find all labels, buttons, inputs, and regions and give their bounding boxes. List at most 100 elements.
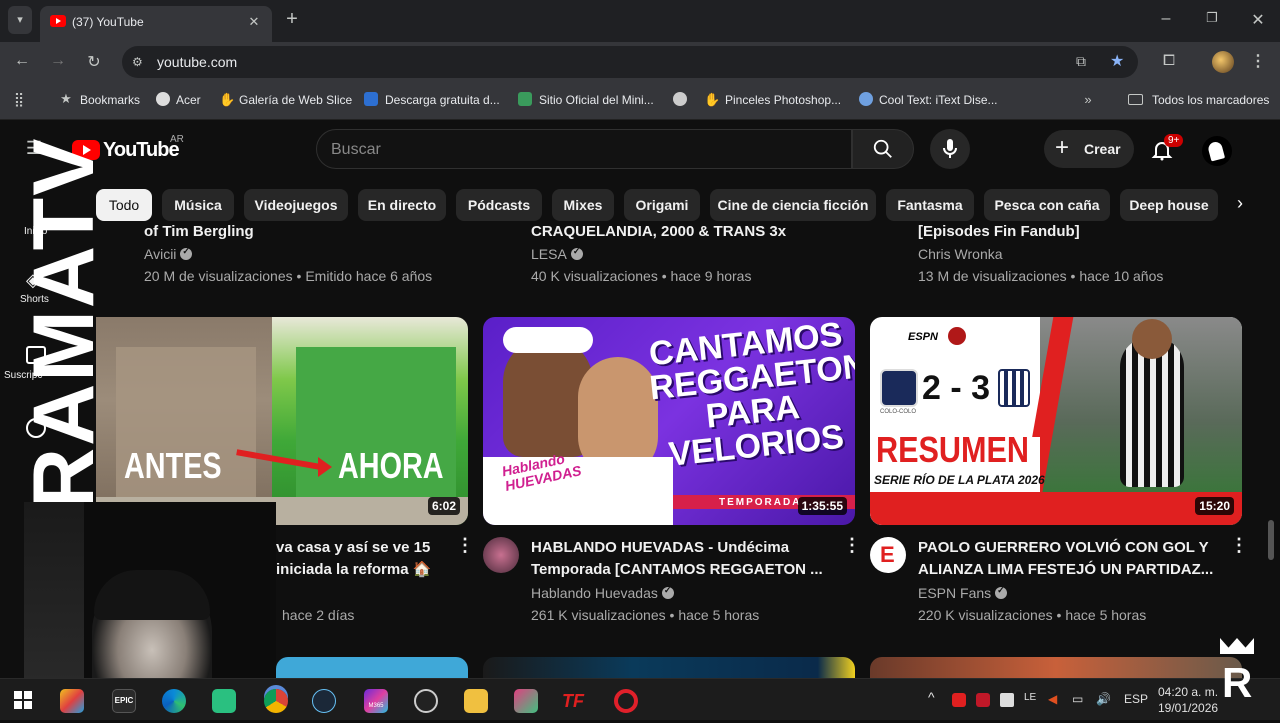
- channel-name[interactable]: ESPN Fans: [918, 585, 1008, 601]
- page-scrollbar[interactable]: [1268, 520, 1274, 560]
- chip-cine-ciencia-ficcion[interactable]: Cine de ciencia ficción: [710, 189, 876, 221]
- video-card-3-details[interactable]: PAOLO GUERRERO VOLVIÓ CON GOL Y ALIANZA L…: [918, 537, 1218, 627]
- m365-icon[interactable]: M365: [364, 689, 388, 713]
- obs-icon[interactable]: [414, 689, 438, 713]
- tf-app-icon[interactable]: TF: [562, 689, 586, 713]
- bookmark-star-icon[interactable]: ★: [1110, 51, 1124, 71]
- tray-icon-red[interactable]: [952, 693, 966, 707]
- forward-icon[interactable]: →: [48, 52, 68, 70]
- channel-avatar[interactable]: [483, 537, 519, 573]
- chevron-right-icon[interactable]: ›: [1230, 193, 1250, 214]
- bookmark-item[interactable]: Acer: [176, 93, 201, 107]
- steam-icon[interactable]: [312, 689, 336, 713]
- bookmark-item[interactable]: Cool Text: iText Dise...: [879, 93, 998, 107]
- account-avatar[interactable]: [1202, 136, 1232, 166]
- chip-mixes[interactable]: Mixes: [552, 189, 614, 221]
- chip-pesca-con-cana[interactable]: Pesca con caña: [984, 189, 1110, 221]
- new-tab-icon[interactable]: +: [282, 8, 302, 30]
- acer-icon: [156, 92, 170, 106]
- bookmark-item[interactable]: Galería de Web Slice: [239, 93, 352, 107]
- video-card-2-details[interactable]: HABLANDO HUEVADAS - Undécima Temporada [C…: [531, 537, 831, 627]
- reload-icon[interactable]: ↻: [84, 52, 104, 72]
- menu-kebab-icon[interactable]: ⋮: [1250, 51, 1266, 71]
- clock-time[interactable]: 04:20 a. m.: [1158, 685, 1218, 699]
- chip-videojuegos[interactable]: Videojuegos: [244, 189, 348, 221]
- video-card-1-details[interactable]: va casa y así se ve 15 iniciada la reform…: [276, 537, 466, 627]
- thumb-brand: ESPN: [908, 331, 938, 343]
- create-button[interactable]: + Crear: [1044, 130, 1134, 168]
- clock-date[interactable]: 19/01/2026: [1158, 701, 1218, 715]
- channel-avatar[interactable]: E: [870, 537, 906, 573]
- bookmark-item[interactable]: Descarga gratuita d...: [385, 93, 500, 107]
- chip-deep-house[interactable]: Deep house: [1120, 189, 1218, 221]
- tray-icon-shield[interactable]: [1000, 693, 1014, 707]
- video-thumbnail-next[interactable]: [276, 657, 468, 678]
- close-tab-icon[interactable]: ✕: [246, 14, 262, 30]
- more-bookmarks-icon[interactable]: »: [1080, 92, 1096, 107]
- file-explorer-icon[interactable]: [464, 689, 488, 713]
- more-options-icon[interactable]: ⋮: [1230, 536, 1248, 554]
- tray-icon-text[interactable]: LE: [1024, 692, 1036, 703]
- epic-games-icon[interactable]: EPIC: [112, 689, 136, 713]
- channel-name[interactable]: LESA: [531, 246, 583, 262]
- chip-todo[interactable]: Todo: [96, 189, 152, 221]
- profile-avatar[interactable]: [1212, 51, 1234, 73]
- chip-podcasts[interactable]: Pódcasts: [456, 189, 542, 221]
- video-duration: 6:02: [427, 497, 460, 515]
- video-thumbnail-next[interactable]: [870, 657, 1242, 678]
- game-app-icon[interactable]: [514, 689, 538, 713]
- video-thumbnail[interactable]: ESPN COLO-COLO 2 - 3 RESUMEN SERIE RÍO D…: [870, 317, 1242, 525]
- bookmark-item[interactable]: Pinceles Photoshop...: [725, 93, 841, 107]
- chrome-icon[interactable]: [264, 689, 288, 713]
- video-thumbnail-next[interactable]: [483, 657, 855, 678]
- extensions-icon[interactable]: ⧠: [1158, 52, 1180, 69]
- install-app-icon[interactable]: ⧉: [1076, 53, 1086, 70]
- app-icon-colorful[interactable]: [60, 689, 84, 713]
- search-input[interactable]: Buscar: [316, 129, 852, 169]
- all-bookmarks-link[interactable]: Todos los marcadores: [1152, 93, 1269, 107]
- tray-arrow-icon[interactable]: ◀: [1048, 692, 1057, 706]
- xbox-app-icon[interactable]: [212, 689, 236, 713]
- video-card-top-2[interactable]: CRAQUELANDIA, 2000 & TRANS 3x LESA 40 K …: [531, 223, 861, 295]
- channel-name[interactable]: Avicii: [144, 246, 193, 262]
- video-card-top-1[interactable]: of Tim Bergling Avicii 20 M de visualiza…: [144, 223, 474, 295]
- more-options-icon[interactable]: ⋮: [456, 536, 474, 554]
- channel-name[interactable]: Hablando Huevadas: [531, 585, 674, 601]
- video-thumbnail[interactable]: CANTAMOS REGGAETON PARA VELORIOS Habland…: [483, 317, 855, 525]
- restore-icon[interactable]: ❐: [1202, 10, 1222, 26]
- edge-icon[interactable]: [162, 689, 186, 713]
- video-title-fragment: [Episodes Fin Fandub]: [918, 223, 1080, 240]
- tray-chevron-icon[interactable]: ^: [928, 689, 935, 705]
- bookmark-item[interactable]: Sitio Oficial del Mini...: [539, 93, 654, 107]
- video-stats: 13 M de visualizaciones • hace 10 años: [918, 268, 1164, 284]
- site-info-icon[interactable]: ⚙: [132, 55, 143, 69]
- channel-name[interactable]: Chris Wronka: [918, 246, 1003, 262]
- video-thumbnail[interactable]: ANTES AHORA 6:02: [96, 317, 468, 525]
- chip-origami[interactable]: Origami: [624, 189, 700, 221]
- chip-fantasma[interactable]: Fantasma: [886, 189, 974, 221]
- video-card-top-3[interactable]: [Episodes Fin Fandub] Chris Wronka 13 M …: [918, 223, 1248, 295]
- photoshop-brush-icon: ✋: [704, 92, 721, 107]
- video-duration: 1:35:55: [797, 497, 847, 515]
- volume-icon[interactable]: 🔊: [1096, 692, 1111, 706]
- minimize-icon[interactable]: –: [1156, 10, 1176, 28]
- network-icon[interactable]: ▭: [1072, 692, 1083, 706]
- back-icon[interactable]: ←: [12, 52, 32, 70]
- chip-en-directo[interactable]: En directo: [358, 189, 446, 221]
- chip-musica[interactable]: Música: [162, 189, 234, 221]
- language-indicator[interactable]: ESP: [1124, 692, 1148, 706]
- tray-icon-red-2[interactable]: [976, 693, 990, 707]
- more-options-icon[interactable]: ⋮: [843, 536, 861, 554]
- verified-icon: [570, 246, 583, 260]
- windows-start-icon[interactable]: [14, 691, 32, 709]
- opera-icon[interactable]: [614, 689, 638, 713]
- address-bar[interactable]: ⚙ youtube.com ⧉ ★: [122, 46, 1138, 78]
- tab-youtube[interactable]: (37) YouTube ✕: [40, 6, 272, 42]
- close-window-icon[interactable]: ✕: [1248, 10, 1268, 30]
- search-button[interactable]: [852, 129, 914, 169]
- apps-grid-icon[interactable]: ⣿: [10, 91, 28, 108]
- voice-search-button[interactable]: [930, 129, 970, 169]
- tab-search-icon[interactable]: ▾: [8, 6, 32, 34]
- video-duration: 15:20: [1195, 497, 1234, 515]
- notifications-button[interactable]: 9+: [1148, 134, 1184, 164]
